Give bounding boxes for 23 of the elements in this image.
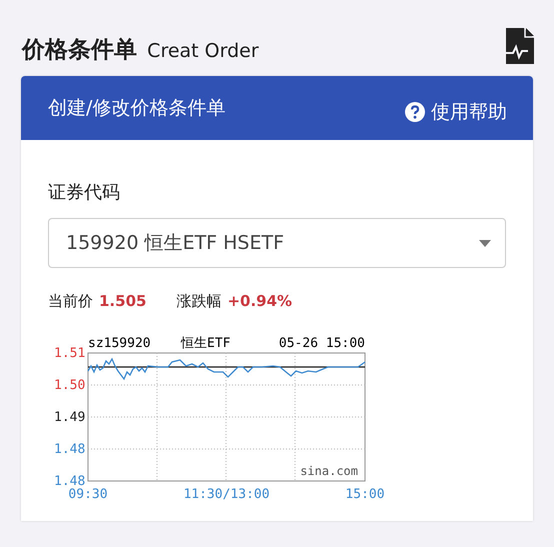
y-axis-label: 1.50 (54, 378, 86, 393)
change-label: 涨跌幅 (176, 292, 222, 311)
change-value: +0.94% (227, 292, 292, 311)
y-axis-label: 1.48 (54, 474, 86, 489)
card-title: 创建/修改价格条件单 (48, 96, 226, 121)
security-select[interactable]: 159920 恒生ETF HSETF (48, 218, 506, 268)
x-axis-label: 15:00 (345, 487, 385, 501)
chart-watermark: sina.com (300, 464, 358, 478)
x-axis-label: 11:30/13:00 (183, 487, 270, 501)
price-label: 当前价 (48, 292, 93, 311)
chart-code: sz159920 (88, 336, 151, 351)
y-axis-label: 1.49 (54, 410, 86, 425)
field-label: 证券代码 (48, 181, 121, 204)
help-icon (405, 102, 425, 122)
x-axis-label: 09:30 (68, 487, 108, 501)
y-axis-label: 1.51 (54, 346, 86, 361)
chart-time: 05-26 15:00 (278, 336, 365, 351)
help-link[interactable]: 使用帮助 (405, 99, 507, 125)
y-axis-label: 1.48 (54, 442, 86, 457)
price-value: 1.505 (99, 292, 146, 311)
chart-name: 恒生ETF (181, 336, 230, 351)
page-title: 价格条件单 Creat Order (22, 36, 259, 65)
caret-icon (479, 240, 491, 246)
